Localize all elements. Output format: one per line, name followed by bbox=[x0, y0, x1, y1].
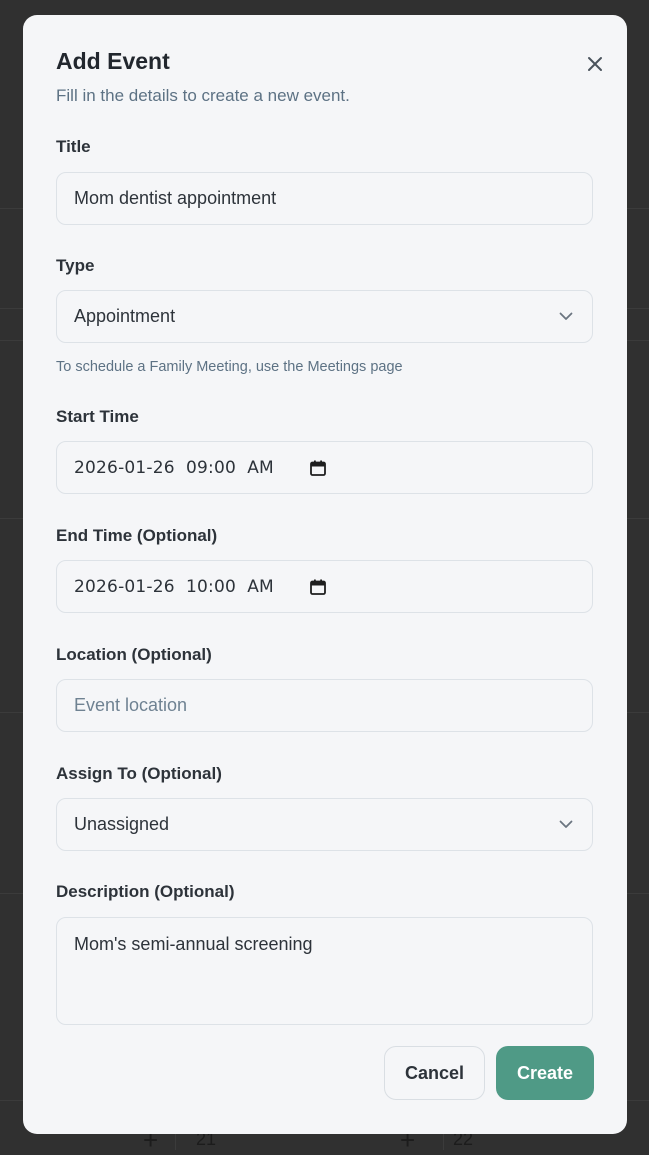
description-textarea[interactable]: Mom's semi-annual screening bbox=[56, 917, 593, 1025]
assign-to-label: Assign To (Optional) bbox=[56, 764, 222, 783]
description-value: Mom's semi-annual screening bbox=[74, 934, 313, 954]
calendar-icon[interactable] bbox=[309, 459, 327, 477]
close-button[interactable] bbox=[581, 50, 609, 78]
description-label: Description (Optional) bbox=[56, 882, 235, 901]
assign-to-select[interactable]: Unassigned bbox=[56, 798, 593, 851]
title-input-value: Mom dentist appointment bbox=[74, 188, 277, 208]
location-label: Location (Optional) bbox=[56, 645, 212, 664]
add-event-dialog: Add Event Fill in the details to create … bbox=[23, 15, 627, 1134]
location-input[interactable]: Event location bbox=[56, 679, 593, 732]
title-input[interactable]: Mom dentist appointment bbox=[56, 172, 593, 225]
assign-to-value: Unassigned bbox=[74, 814, 170, 834]
chevron-down-icon bbox=[557, 308, 575, 326]
type-select[interactable]: Appointment bbox=[56, 290, 593, 343]
title-label: Title bbox=[56, 137, 91, 156]
location-placeholder: Event location bbox=[74, 695, 188, 715]
chevron-down-icon bbox=[557, 816, 575, 834]
start-time-label: Start Time bbox=[56, 407, 139, 426]
dialog-subtitle: Fill in the details to create a new even… bbox=[56, 86, 350, 105]
close-icon bbox=[588, 57, 602, 71]
end-time-input[interactable]: 2026-01-26 10:00 AM bbox=[56, 560, 593, 613]
type-hint: To schedule a Family Meeting, use the Me… bbox=[56, 359, 403, 375]
end-time-label: End Time (Optional) bbox=[56, 526, 218, 545]
calendar-icon[interactable] bbox=[309, 578, 327, 596]
cancel-button[interactable]: Cancel bbox=[384, 1046, 485, 1100]
type-select-value: Appointment bbox=[74, 306, 176, 326]
dialog-title: Add Event bbox=[56, 48, 170, 74]
type-label: Type bbox=[56, 256, 95, 275]
create-button[interactable]: Create bbox=[496, 1046, 594, 1100]
start-time-input[interactable]: 2026-01-26 09:00 AM bbox=[56, 441, 593, 494]
